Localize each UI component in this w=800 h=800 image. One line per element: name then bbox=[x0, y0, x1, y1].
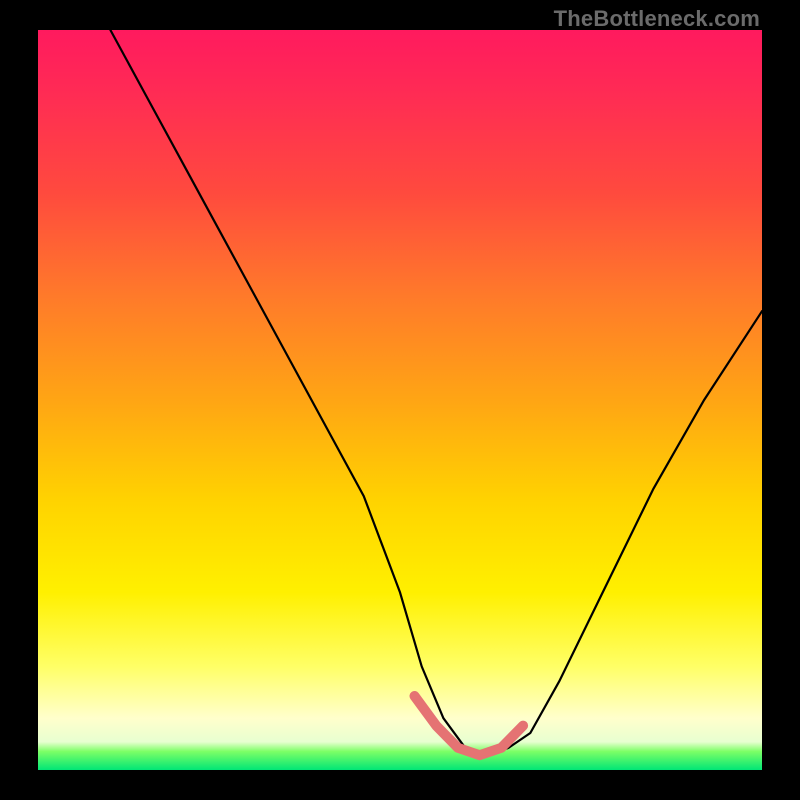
watermark-text: TheBottleneck.com bbox=[554, 6, 760, 32]
plot-area bbox=[38, 30, 762, 770]
chart-frame: TheBottleneck.com bbox=[0, 0, 800, 800]
bottleneck-curve bbox=[110, 30, 762, 755]
highlight-minimum bbox=[415, 696, 524, 755]
curve-svg bbox=[38, 30, 762, 770]
